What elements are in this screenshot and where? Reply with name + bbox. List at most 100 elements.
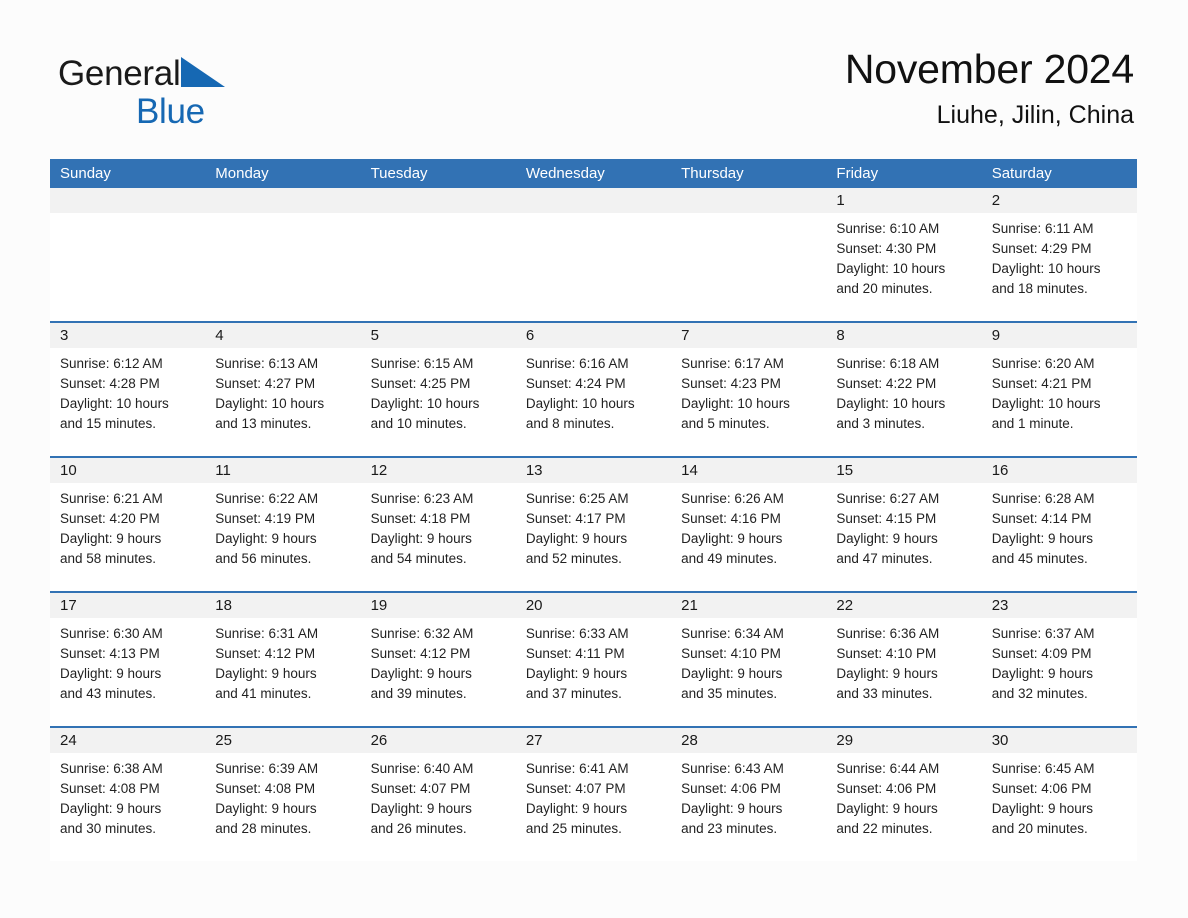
weekday-header-friday: Friday <box>836 165 879 182</box>
sunrise-time: Sunrise: 6:27 AM <box>836 491 940 506</box>
day-details: Sunrise: 6:21 AM Sunset: 4:20 PM Daylight:… <box>50 483 205 569</box>
day-cell-empty <box>360 188 516 321</box>
sunrise-time: Sunrise: 6:15 AM <box>370 356 474 371</box>
daylight-duration-line2: and 35 minutes. <box>681 686 778 701</box>
day-cell[interactable]: 10 Sunrise: 6:21 AM Sunset: 4:20 PM Dayligh… <box>50 458 206 591</box>
sunrise-time: Sunrise: 6:37 AM <box>991 626 1095 641</box>
day-cell[interactable]: 18 Sunrise: 6:31 AM Sunset: 4:12 PM Dayligh… <box>205 593 361 726</box>
daylight-duration-line1: Daylight: 9 hours <box>370 531 472 546</box>
sunset-time: Sunset: 4:19 PM <box>215 511 316 526</box>
day-cell[interactable]: 19 Sunrise: 6:32 AM Sunset: 4:12 PM Dayligh… <box>360 593 516 726</box>
day-details: Sunrise: 6:25 AM Sunset: 4:17 PM Daylight:… <box>516 483 671 569</box>
day-details: Sunrise: 6:40 AM Sunset: 4:07 PM Daylight:… <box>361 753 516 839</box>
day-details: Sunrise: 6:16 AM Sunset: 4:24 PM Daylight:… <box>516 348 671 434</box>
day-cell[interactable]: 2 Sunrise: 6:11 AM Sunset: 4:29 PM Daylight… <box>981 188 1137 321</box>
day-cell[interactable]: 20 Sunrise: 6:33 AM Sunset: 4:11 PM Dayligh… <box>515 593 672 726</box>
sunset-time: Sunset: 4:25 PM <box>370 376 471 391</box>
day-number: 15 <box>826 458 982 483</box>
day-cell[interactable]: 21 Sunrise: 6:34 AM Sunset: 4:10 PM Dayligh… <box>671 593 827 726</box>
day-cell[interactable]: 13 Sunrise: 6:25 AM Sunset: 4:17 PM Dayligh… <box>515 458 672 591</box>
calendar-week-row: 10 Sunrise: 6:21 AM Sunset: 4:20 PM Dayligh… <box>50 456 1137 591</box>
daylight-duration-line1: Daylight: 9 hours <box>60 531 162 546</box>
day-cell[interactable]: 26 Sunrise: 6:40 AM Sunset: 4:07 PM Dayligh… <box>360 728 516 861</box>
calendar-grid: Sunday Monday Tuesday Wednesday Thursday… <box>50 159 1137 861</box>
daylight-duration-line1: Daylight: 9 hours <box>836 531 938 546</box>
daylight-duration-line1: Daylight: 9 hours <box>215 801 317 816</box>
day-cell[interactable]: 30 Sunrise: 6:45 AM Sunset: 4:06 PM Dayligh… <box>981 728 1137 861</box>
day-cell[interactable]: 5 Sunrise: 6:15 AM Sunset: 4:25 PM Daylight… <box>360 323 516 456</box>
day-cell[interactable]: 14 Sunrise: 6:26 AM Sunset: 4:16 PM Dayligh… <box>671 458 827 591</box>
sunrise-time: Sunrise: 6:13 AM <box>215 356 319 371</box>
daylight-duration-line2: and 56 minutes. <box>215 551 312 566</box>
day-details: Sunrise: 6:34 AM Sunset: 4:10 PM Daylight:… <box>671 618 826 704</box>
day-cell[interactable]: 27 Sunrise: 6:41 AM Sunset: 4:07 PM Dayligh… <box>515 728 672 861</box>
day-details: Sunrise: 6:13 AM Sunset: 4:27 PM Daylight:… <box>205 348 360 434</box>
weekday-header-wednesday: Wednesday <box>525 165 605 182</box>
daylight-duration-line2: and 13 minutes. <box>215 416 312 431</box>
sunset-time: Sunset: 4:30 PM <box>836 241 937 256</box>
sunset-time: Sunset: 4:12 PM <box>370 646 471 661</box>
sunrise-time: Sunrise: 6:26 AM <box>681 491 784 506</box>
weekday-header-sunday: Sunday <box>60 165 111 182</box>
day-cell[interactable]: 25 Sunrise: 6:39 AM Sunset: 4:08 PM Dayligh… <box>205 728 361 861</box>
sunset-time: Sunset: 4:06 PM <box>836 781 937 796</box>
sunset-time: Sunset: 4:23 PM <box>681 376 781 391</box>
calendar-week-row: 3 Sunrise: 6:12 AM Sunset: 4:28 PM Daylight… <box>50 321 1137 456</box>
day-cell[interactable]: 29 Sunrise: 6:44 AM Sunset: 4:06 PM Dayligh… <box>826 728 982 861</box>
day-cell[interactable]: 9 Sunrise: 6:20 AM Sunset: 4:21 PM Daylight… <box>981 323 1137 456</box>
day-cell[interactable]: 24 Sunrise: 6:38 AM Sunset: 4:08 PM Dayligh… <box>50 728 206 861</box>
daylight-duration-line1: Daylight: 10 hours <box>215 396 325 411</box>
sunrise-time: Sunrise: 6:17 AM <box>681 356 784 371</box>
day-cell[interactable]: 28 Sunrise: 6:43 AM Sunset: 4:06 PM Dayligh… <box>671 728 827 861</box>
general-blue-logo[interactable]: General Blue <box>58 54 318 140</box>
sunrise-time: Sunrise: 6:28 AM <box>991 491 1095 506</box>
day-cell[interactable]: 12 Sunrise: 6:23 AM Sunset: 4:18 PM Dayligh… <box>360 458 516 591</box>
sunrise-time: Sunrise: 6:39 AM <box>215 761 319 776</box>
day-number: 12 <box>360 458 516 483</box>
day-cell[interactable]: 17 Sunrise: 6:30 AM Sunset: 4:13 PM Dayligh… <box>50 593 206 726</box>
day-details: Sunrise: 6:36 AM Sunset: 4:10 PM Daylight:… <box>826 618 981 704</box>
day-cell[interactable]: 23 Sunrise: 6:37 AM Sunset: 4:09 PM Dayligh… <box>981 593 1137 726</box>
day-details: Sunrise: 6:38 AM Sunset: 4:08 PM Daylight:… <box>50 753 205 839</box>
daylight-duration-line2: and 22 minutes. <box>836 821 933 836</box>
sunset-time: Sunset: 4:09 PM <box>991 646 1092 661</box>
sunrise-time: Sunrise: 6:21 AM <box>60 491 163 506</box>
weekday-header-thursday: Thursday <box>681 165 744 182</box>
day-cell[interactable]: 1 Sunrise: 6:10 AM Sunset: 4:30 PM Daylight… <box>826 188 982 321</box>
weekday-header-saturday: Saturday <box>991 165 1052 182</box>
day-cell[interactable]: 8 Sunrise: 6:18 AM Sunset: 4:22 PM Daylight… <box>826 323 982 456</box>
daylight-duration-line1: Daylight: 10 hours <box>525 396 635 411</box>
sunrise-time: Sunrise: 6:20 AM <box>991 356 1095 371</box>
daylight-duration-line2: and 30 minutes. <box>60 821 157 836</box>
daylight-duration-line1: Daylight: 9 hours <box>836 801 938 816</box>
day-details: Sunrise: 6:28 AM Sunset: 4:14 PM Daylight:… <box>982 483 1137 569</box>
weekday-header-tuesday: Tuesday <box>370 165 428 182</box>
day-details: Sunrise: 6:43 AM Sunset: 4:06 PM Daylight:… <box>671 753 826 839</box>
daylight-duration-line1: Daylight: 10 hours <box>836 261 946 276</box>
day-cell[interactable]: 22 Sunrise: 6:36 AM Sunset: 4:10 PM Dayligh… <box>826 593 982 726</box>
day-cell[interactable]: 15 Sunrise: 6:27 AM Sunset: 4:15 PM Dayligh… <box>826 458 982 591</box>
daylight-duration-line2: and 26 minutes. <box>370 821 467 836</box>
calendar-week-row: 24 Sunrise: 6:38 AM Sunset: 4:08 PM Dayligh… <box>50 726 1137 861</box>
sunrise-time: Sunrise: 6:44 AM <box>836 761 940 776</box>
day-number: 4 <box>205 323 361 348</box>
sunset-time: Sunset: 4:11 PM <box>525 646 625 661</box>
daylight-duration-line2: and 49 minutes. <box>681 551 778 566</box>
day-cell[interactable]: 7 Sunrise: 6:17 AM Sunset: 4:23 PM Daylight… <box>671 323 827 456</box>
day-cell[interactable]: 16 Sunrise: 6:28 AM Sunset: 4:14 PM Dayligh… <box>981 458 1137 591</box>
day-details: Sunrise: 6:20 AM Sunset: 4:21 PM Daylight:… <box>982 348 1137 434</box>
day-cell[interactable]: 11 Sunrise: 6:22 AM Sunset: 4:19 PM Dayligh… <box>205 458 361 591</box>
day-number: 24 <box>50 728 206 753</box>
daylight-duration-line1: Daylight: 9 hours <box>215 531 317 546</box>
sunset-time: Sunset: 4:27 PM <box>215 376 316 391</box>
sunset-time: Sunset: 4:12 PM <box>215 646 316 661</box>
day-cell[interactable]: 3 Sunrise: 6:12 AM Sunset: 4:28 PM Daylight… <box>50 323 206 456</box>
daylight-duration-line1: Daylight: 9 hours <box>60 666 162 681</box>
sunrise-time: Sunrise: 6:12 AM <box>60 356 163 371</box>
sunrise-time: Sunrise: 6:34 AM <box>681 626 784 641</box>
day-details: Sunrise: 6:11 AM Sunset: 4:29 PM Daylight:… <box>982 213 1137 299</box>
logo-top-row: General <box>58 54 318 94</box>
day-cell[interactable]: 4 Sunrise: 6:13 AM Sunset: 4:27 PM Daylight… <box>205 323 361 456</box>
day-cell[interactable]: 6 Sunrise: 6:16 AM Sunset: 4:24 PM Daylight… <box>515 323 672 456</box>
page-header: General Blue November 2024 Liuhe, Jilin,… <box>50 44 1138 144</box>
